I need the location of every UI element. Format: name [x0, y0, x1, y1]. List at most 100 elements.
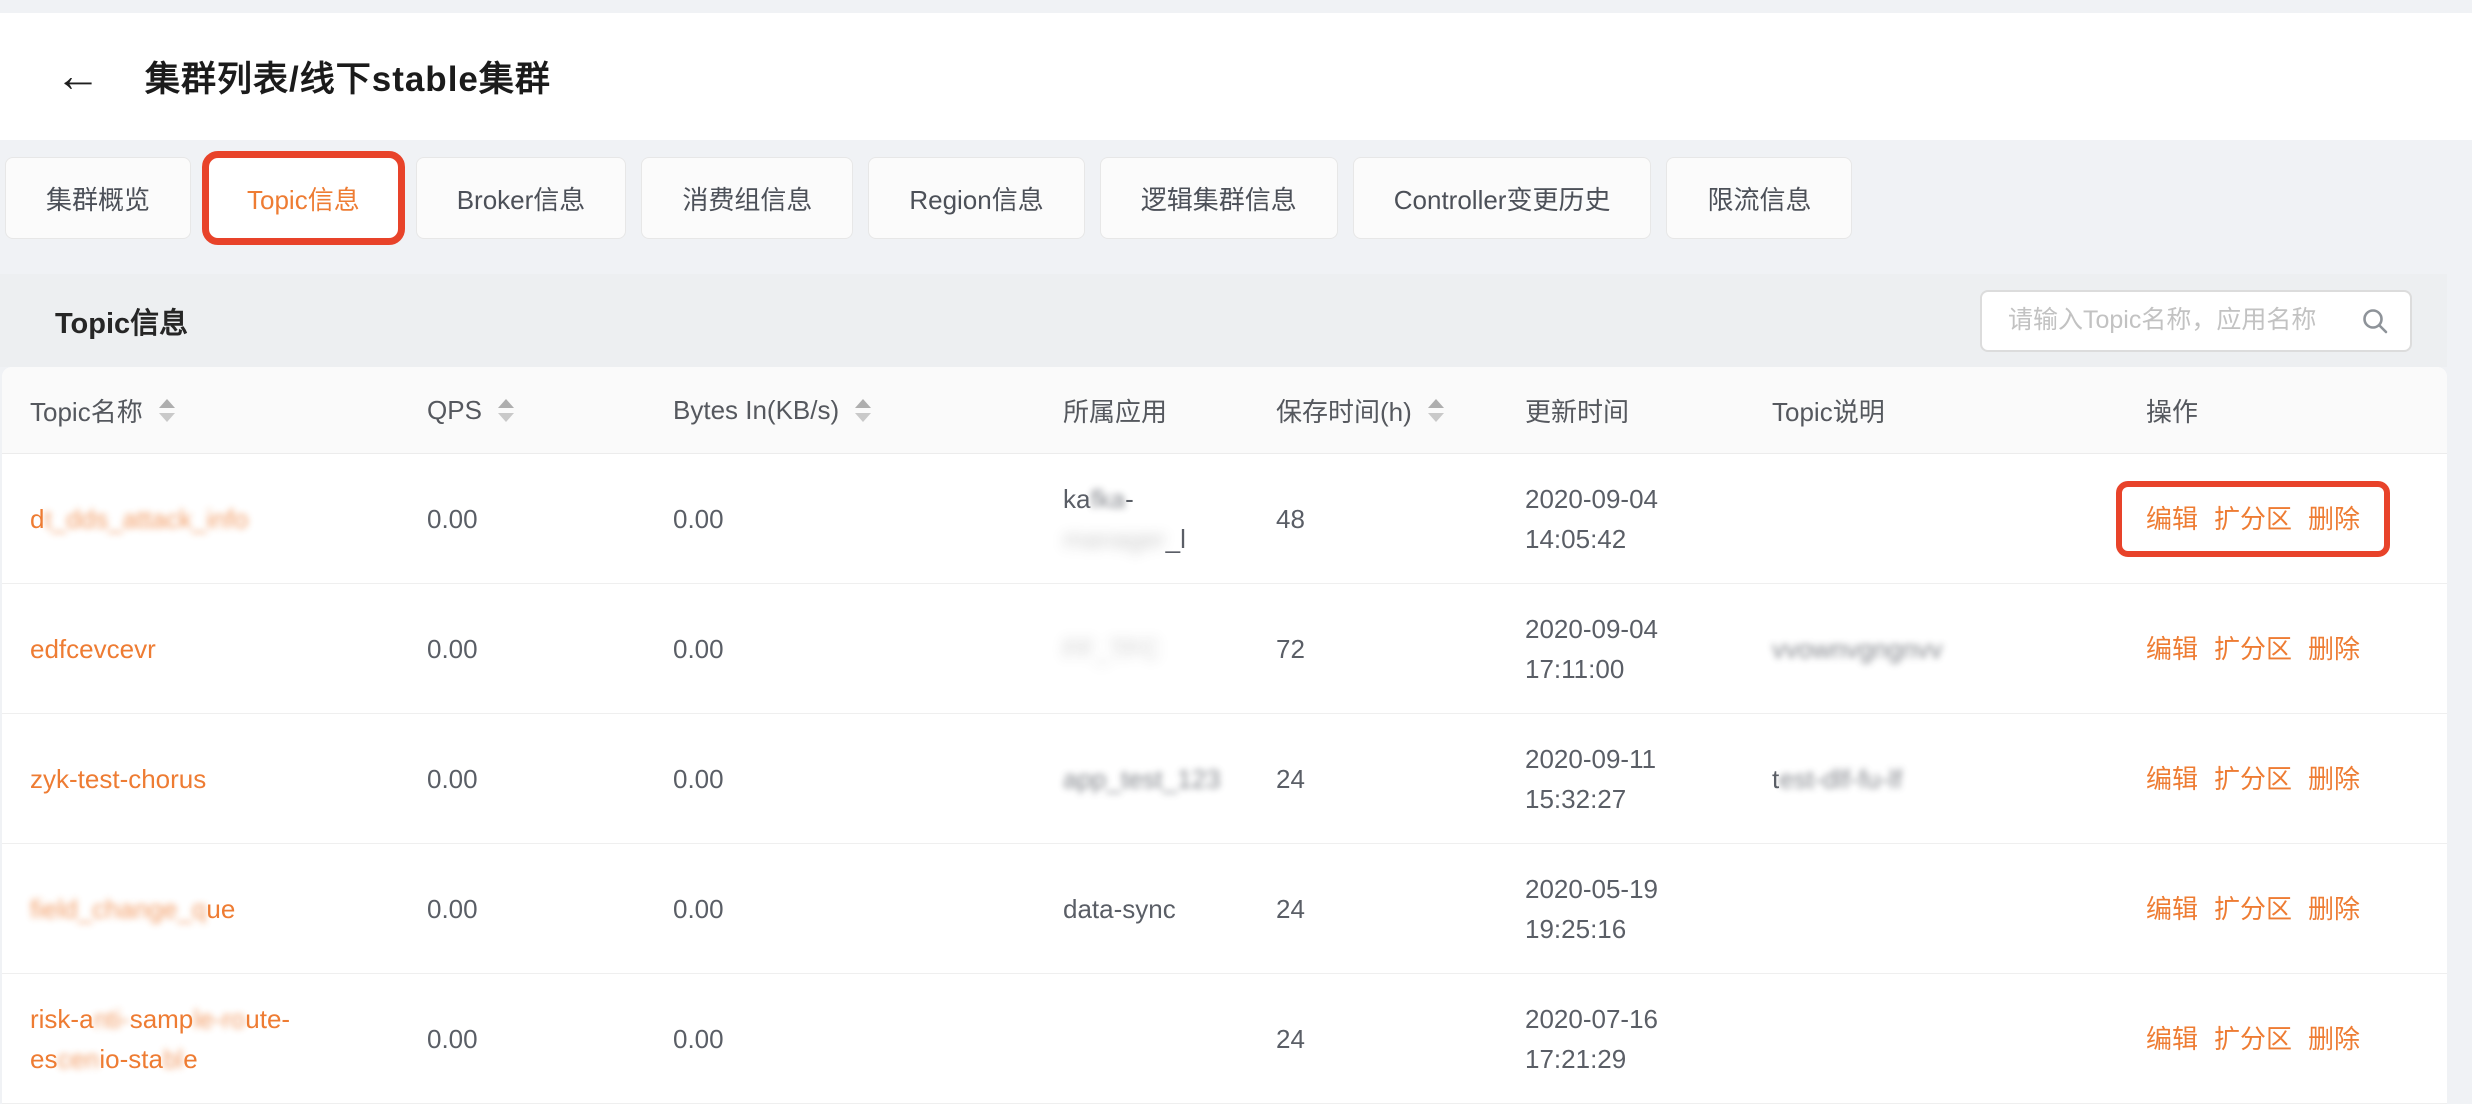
sort-buttons[interactable]: [498, 399, 514, 422]
retention-cell: 24: [1248, 1019, 1497, 1059]
bytes-in-cell: 0.00: [645, 629, 1035, 669]
app-cell: data-sync: [1035, 889, 1248, 929]
tab-Region信息[interactable]: Region信息: [868, 157, 1084, 239]
tab-Topic信息[interactable]: Topic信息: [206, 157, 401, 239]
table-row: zyk-test-chorus0.000.00app_test_12324202…: [2, 714, 2447, 844]
redacted-text: nti-: [94, 1004, 130, 1034]
column-label: 保存时间(h): [1276, 392, 1412, 429]
tab-逻辑集群信息[interactable]: 逻辑集群信息: [1100, 157, 1338, 239]
tab-Controller变更历史[interactable]: Controller变更历史: [1353, 157, 1652, 239]
topic-name-link[interactable]: field_change_que: [30, 889, 235, 929]
redacted-text: est-dlf-fu-lf: [1779, 764, 1902, 794]
tab-bar: 集群概览 Topic信息 Broker信息 消费组信息 Region信息逻辑集群信息Co…: [0, 157, 2472, 239]
text-segment: _l: [1166, 524, 1186, 554]
tab-label: Broker信息: [457, 180, 586, 217]
topic-name-cell: field_change_que: [2, 889, 399, 929]
column-header-所属应用: 所属应用: [1035, 392, 1248, 429]
back-button[interactable]: ←: [55, 52, 101, 98]
actions-group: 编辑扩分区删除: [2146, 629, 2360, 669]
text-line: 17:11:00: [1525, 649, 1744, 689]
column-header-操作: 操作: [2118, 392, 2447, 429]
column-header-Topic说明: Topic说明: [1744, 392, 2118, 429]
text-segment: samp: [130, 1004, 194, 1034]
text-line: 15:32:27: [1525, 779, 1744, 819]
qps-cell: 0.00: [399, 629, 645, 669]
bytes-in-cell: 0.00: [645, 889, 1035, 929]
action-expand-partition-link[interactable]: 扩分区: [2214, 759, 2292, 799]
topic-description-cell: vvownvgngnvv: [1744, 629, 2118, 669]
action-delete-link[interactable]: 删除: [2308, 629, 2360, 669]
sort-buttons[interactable]: [1428, 399, 1444, 422]
actions-group: 编辑扩分区删除: [2146, 889, 2360, 929]
action-edit-link[interactable]: 编辑: [2146, 1019, 2198, 1059]
sort-asc-icon: [1428, 399, 1444, 408]
text-line: 19:25:16: [1525, 909, 1744, 949]
action-edit-link[interactable]: 编辑: [2146, 759, 2198, 799]
redacted-text: vvownvgngnvv: [1772, 634, 1943, 664]
search-icon[interactable]: [2360, 306, 2390, 336]
redacted-text: FF_TFC: [1063, 634, 1160, 664]
tab-label: 消费组信息: [682, 180, 812, 217]
text-line: zyk-test-chorus: [30, 759, 206, 799]
column-label: Topic名称: [30, 392, 143, 429]
action-delete-link[interactable]: 删除: [2308, 889, 2360, 929]
text-segment: ka: [1063, 484, 1090, 514]
topic-name-cell: risk-anti-sample-route-escenio-stable: [2, 999, 399, 1079]
topic-name-link[interactable]: risk-anti-sample-route-escenio-stable: [30, 999, 290, 1079]
redacted-text: t_dds_attack_info: [44, 504, 248, 534]
action-expand-partition-link[interactable]: 扩分区: [2214, 499, 2292, 539]
bytes-in-cell: 0.00: [645, 499, 1035, 539]
action-expand-partition-link[interactable]: 扩分区: [2214, 629, 2292, 669]
action-expand-partition-link[interactable]: 扩分区: [2214, 1019, 2292, 1059]
topic-name-link[interactable]: edfcevcevr: [30, 629, 156, 669]
actions-cell: 编辑扩分区删除: [2118, 1019, 2447, 1059]
action-expand-partition-link[interactable]: 扩分区: [2214, 889, 2292, 929]
action-delete-link[interactable]: 删除: [2308, 1019, 2360, 1059]
action-edit-link[interactable]: 编辑: [2146, 499, 2198, 539]
text-line: test-dlf-fu-lf: [1772, 759, 2118, 799]
tab-消费组信息[interactable]: 消费组信息: [641, 157, 853, 239]
action-edit-link[interactable]: 编辑: [2146, 629, 2198, 669]
text-segment: data-sync: [1063, 894, 1176, 924]
bytes-in-cell: 0.00: [645, 759, 1035, 799]
text-line: data-sync: [1063, 889, 1248, 929]
column-header-QPS: QPS: [399, 395, 645, 426]
section-title: Topic信息: [55, 300, 188, 342]
table-row: field_change_que0.000.00data-sync242020-…: [2, 844, 2447, 974]
topic-name-link[interactable]: dt_dds_attack_info: [30, 499, 248, 539]
retention-cell: 72: [1248, 629, 1497, 669]
action-edit-link[interactable]: 编辑: [2146, 889, 2198, 929]
topic-table: Topic名称 QPS Bytes In(KB/s) 所属应用保存时间(h) 更新时间 T…: [2, 367, 2447, 1104]
action-delete-link[interactable]: 删除: [2308, 759, 2360, 799]
action-delete-link[interactable]: 删除: [2308, 499, 2360, 539]
text-line: 2020-09-11: [1525, 739, 1744, 779]
text-segment: ue: [206, 894, 235, 924]
text-segment: zyk-test-chorus: [30, 764, 206, 794]
app-cell: app_test_123: [1035, 759, 1248, 799]
tab-label: 集群概览: [46, 180, 150, 217]
redacted-text: field_change_q: [30, 894, 206, 924]
column-label: 操作: [2146, 392, 2198, 429]
column-label: QPS: [427, 395, 482, 426]
text-segment: d: [30, 504, 44, 534]
sort-buttons[interactable]: [159, 399, 175, 422]
search-input[interactable]: [2006, 305, 2350, 336]
sort-desc-icon: [1428, 413, 1444, 422]
text-line: dt_dds_attack_info: [30, 499, 248, 539]
qps-cell: 0.00: [399, 759, 645, 799]
sort-buttons[interactable]: [855, 399, 871, 422]
column-label: 更新时间: [1525, 392, 1629, 429]
tab-限流信息[interactable]: 限流信息: [1666, 157, 1852, 239]
topic-name-link[interactable]: zyk-test-chorus: [30, 759, 206, 799]
annotation-highlight-box: 编辑扩分区删除: [2116, 481, 2390, 557]
redacted-text: manager: [1063, 524, 1166, 554]
qps-cell: 0.00: [399, 889, 645, 929]
text-line: vvownvgngnvv: [1772, 629, 2118, 669]
text-line: edfcevcevr: [30, 629, 156, 669]
tab-集群概览[interactable]: 集群概览: [5, 157, 191, 239]
tab-Broker信息[interactable]: Broker信息: [416, 157, 627, 239]
topic-search-box[interactable]: [1980, 290, 2412, 352]
app-cell: FF_TFC: [1035, 629, 1248, 669]
text-line: escenio-stable: [30, 1039, 290, 1079]
column-label: Bytes In(KB/s): [673, 395, 839, 426]
